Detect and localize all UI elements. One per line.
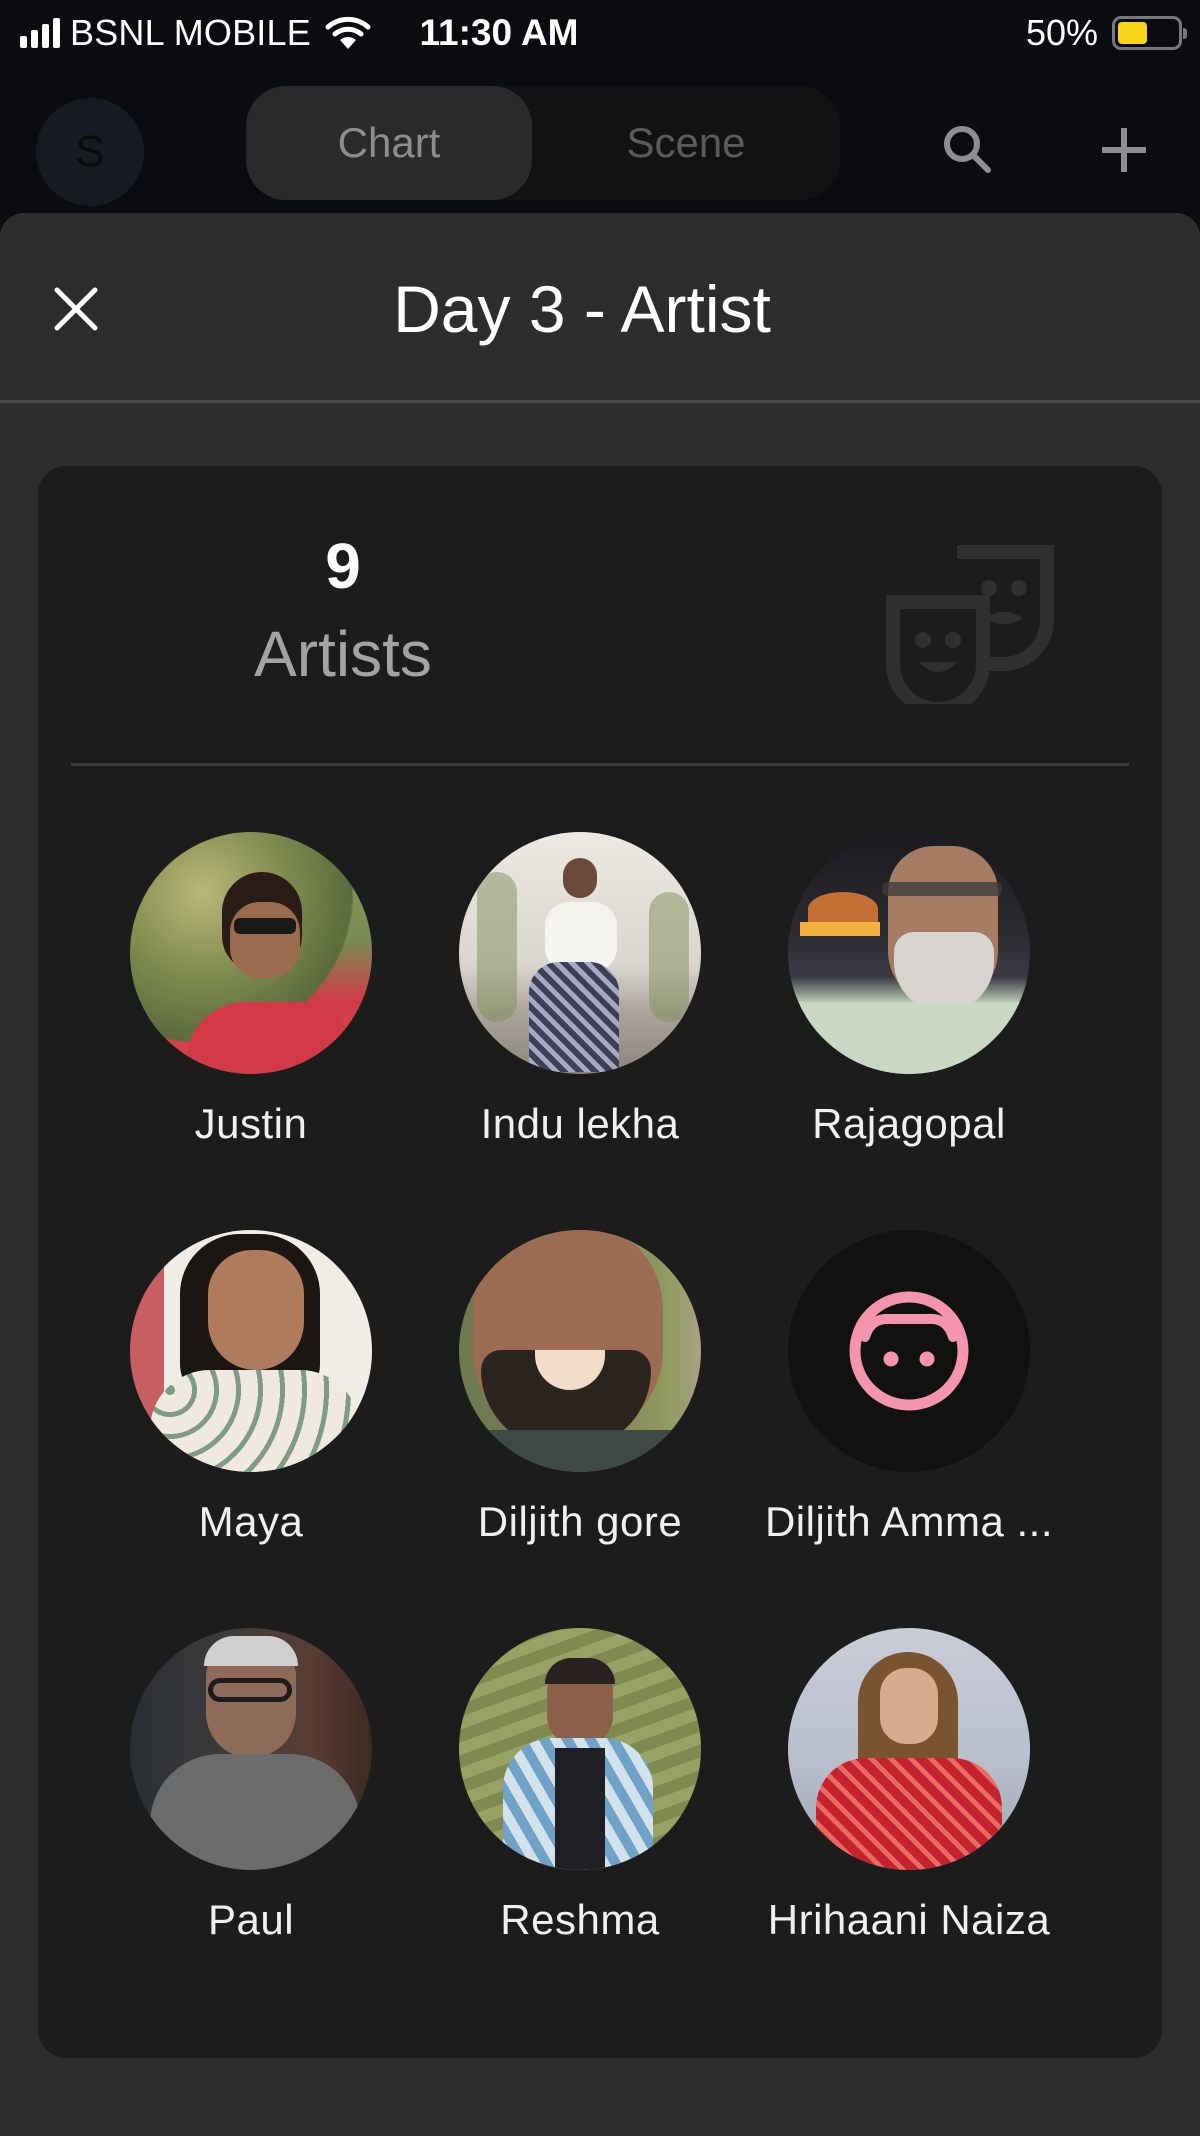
artist-sheet: Day 3 - Artist 9 Artists Justin Indu lek… [0, 213, 1200, 2136]
artist-count-number: 9 [325, 530, 361, 602]
artist-avatar [130, 832, 372, 1074]
artist-name: Rajagopal [812, 1100, 1006, 1147]
artist-item[interactable]: Diljith gore [415, 1230, 745, 1550]
artist-item[interactable]: Maya [86, 1230, 416, 1550]
artist-avatar [459, 1628, 701, 1870]
card-divider [71, 763, 1129, 766]
artist-avatar [459, 1230, 701, 1472]
artist-item[interactable]: Paul [86, 1628, 416, 1948]
artist-name: Indu lekha [480, 1100, 680, 1147]
theater-masks-icon [886, 545, 1054, 704]
artist-item[interactable]: Diljith Amma ... [744, 1230, 1074, 1550]
artist-avatar [788, 832, 1030, 1074]
artist-name: Hrihaani Naiza [767, 1896, 1051, 1943]
tab-chart[interactable]: Chart [246, 86, 532, 200]
artist-name: Diljith gore [477, 1498, 683, 1545]
artist-item[interactable]: Reshma [415, 1628, 745, 1948]
search-icon[interactable] [936, 118, 1000, 182]
sheet-title: Day 3 - Artist [393, 272, 771, 346]
artist-name: Paul [207, 1896, 295, 1943]
header-divider [0, 400, 1200, 403]
artist-item[interactable]: Justin [86, 832, 416, 1152]
artist-name: Diljith Amma ... [764, 1498, 1054, 1545]
tab-scene[interactable]: Scene [532, 86, 840, 200]
artist-name: Reshma [500, 1896, 660, 1943]
artist-avatar [130, 1230, 372, 1472]
artist-item[interactable]: Hrihaani Naiza [744, 1628, 1074, 1948]
top-navigation: S Chart Scene [0, 66, 1200, 216]
artists-card: 9 Artists Justin Indu lekha Rajagopal Ma… [38, 466, 1162, 2058]
view-switcher: Chart Scene [246, 86, 840, 200]
placeholder-face-icon [849, 1291, 969, 1411]
artist-name: Justin [194, 1100, 308, 1147]
artist-item[interactable]: Rajagopal [744, 832, 1074, 1152]
artist-count-label: Artists [254, 618, 432, 690]
artist-item[interactable]: Indu lekha [415, 832, 745, 1152]
artist-avatar [459, 832, 701, 1074]
artist-count: 9 Artists [148, 526, 538, 702]
artist-avatar [788, 1230, 1030, 1472]
battery-icon [1112, 16, 1187, 50]
profile-avatar[interactable]: S [36, 98, 144, 206]
artist-avatar [788, 1628, 1030, 1870]
status-bar: BSNL MOBILE 11:30 AM 50% [0, 0, 1200, 66]
battery-level [1118, 22, 1147, 44]
artist-avatar [130, 1628, 372, 1870]
status-time: 11:30 AM [419, 12, 579, 53]
sheet-header: Day 3 - Artist [0, 213, 1200, 403]
plus-icon[interactable] [1092, 118, 1156, 182]
battery-percent: 50% [1025, 12, 1098, 53]
artist-name: Maya [198, 1498, 304, 1545]
